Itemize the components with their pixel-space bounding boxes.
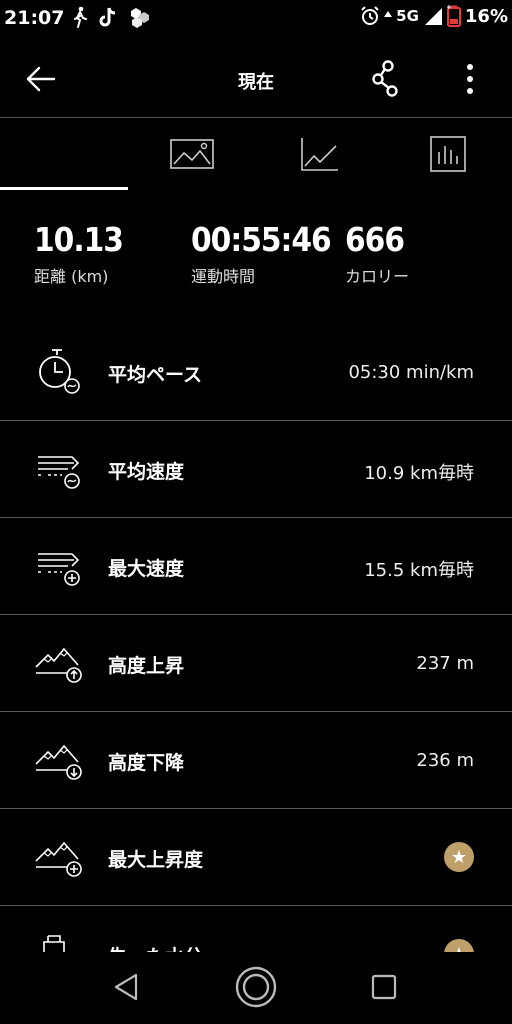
metric-row-elevation-loss[interactable]: 高度下降 236 m (0, 712, 512, 809)
calories-label: カロリー (345, 267, 410, 286)
image-icon (170, 139, 214, 169)
bar-chart-icon (430, 136, 466, 172)
signal-icon (424, 8, 442, 25)
alarm-icon (361, 6, 379, 25)
tab-bar (0, 117, 512, 190)
stat-duration: 00:55:46 運動時間 (191, 220, 332, 287)
metric-row-max-elevation[interactable]: 最大上昇度 ★ (0, 809, 512, 906)
system-nav-bar (0, 952, 512, 1024)
share-icon[interactable] (370, 60, 404, 98)
battery-icon (446, 5, 461, 27)
metric-value: 15.5 km毎時 (364, 560, 474, 581)
metric-label: 平均ペース (108, 364, 203, 386)
metrics-list: 平均ペース 05:30 min/km 平均速度 10.9 km毎時 最大速度 1… (0, 324, 512, 966)
stat-distance: 10.13 距離 (km) (34, 220, 124, 287)
tab-graph[interactable] (256, 118, 384, 190)
data-arrow-icon (384, 11, 393, 17)
metric-label: 最大速度 (108, 558, 185, 580)
metric-value: 237 m (416, 653, 474, 674)
square-recents-icon (371, 974, 397, 1000)
nav-back-button[interactable] (101, 962, 151, 1012)
calories-value: 666 (345, 220, 405, 259)
metric-value: 236 m (416, 750, 474, 771)
metric-row-avg-pace[interactable]: 平均ペース 05:30 min/km (0, 324, 512, 421)
metric-value: 05:30 min/km (348, 362, 474, 383)
status-time: 21:07 (4, 7, 65, 29)
cluster-app-icon (131, 8, 149, 28)
nav-recents-button[interactable] (359, 962, 409, 1012)
distance-value: 10.13 (34, 220, 124, 259)
tab-photo[interactable] (128, 118, 256, 190)
nav-home-button[interactable] (231, 962, 281, 1012)
tab-overview[interactable] (0, 118, 128, 190)
line-chart-icon (301, 138, 338, 171)
metric-label: 最大上昇度 (108, 849, 204, 871)
page-title: 現在 (238, 72, 274, 93)
tiktok-icon (99, 7, 116, 27)
summary-stats: 10.13 距離 (km) 00:55:46 運動時間 666 カロリー (0, 220, 512, 300)
speed-average-icon (38, 456, 80, 489)
metric-row-avg-speed[interactable]: 平均速度 10.9 km毎時 (0, 421, 512, 518)
duration-value: 00:55:46 (191, 220, 332, 259)
stat-calories: 666 カロリー (345, 220, 409, 287)
distance-label: 距離 (km) (34, 267, 109, 286)
metric-label: 高度下降 (108, 752, 185, 774)
mountain-down-icon (35, 744, 82, 780)
more-options-icon[interactable] (458, 62, 482, 96)
metric-value: 10.9 km毎時 (364, 463, 474, 484)
app-bar: 現在 (0, 40, 512, 116)
mountain-up-icon (35, 647, 82, 683)
speed-max-icon (38, 553, 80, 586)
metric-label: 平均速度 (108, 461, 185, 483)
triangle-back-icon (114, 973, 138, 1001)
metric-row-max-speed[interactable]: 最大速度 15.5 km毎時 (0, 518, 512, 615)
duration-label: 運動時間 (191, 267, 256, 286)
mountain-max-icon (35, 841, 82, 877)
premium-star-icon[interactable]: ★ (444, 842, 474, 872)
network-type: 5G (396, 7, 419, 25)
battery-percent: 16% (464, 5, 508, 27)
status-bar: 21:07 5G 16% (0, 0, 512, 36)
metric-row-elevation-gain[interactable]: 高度上昇 237 m (0, 615, 512, 712)
walking-icon (74, 6, 87, 28)
stopwatch-icon (39, 349, 80, 394)
metric-label: 高度上昇 (108, 655, 185, 677)
home-circle-icon (235, 966, 277, 1008)
tab-laps[interactable] (384, 118, 512, 190)
